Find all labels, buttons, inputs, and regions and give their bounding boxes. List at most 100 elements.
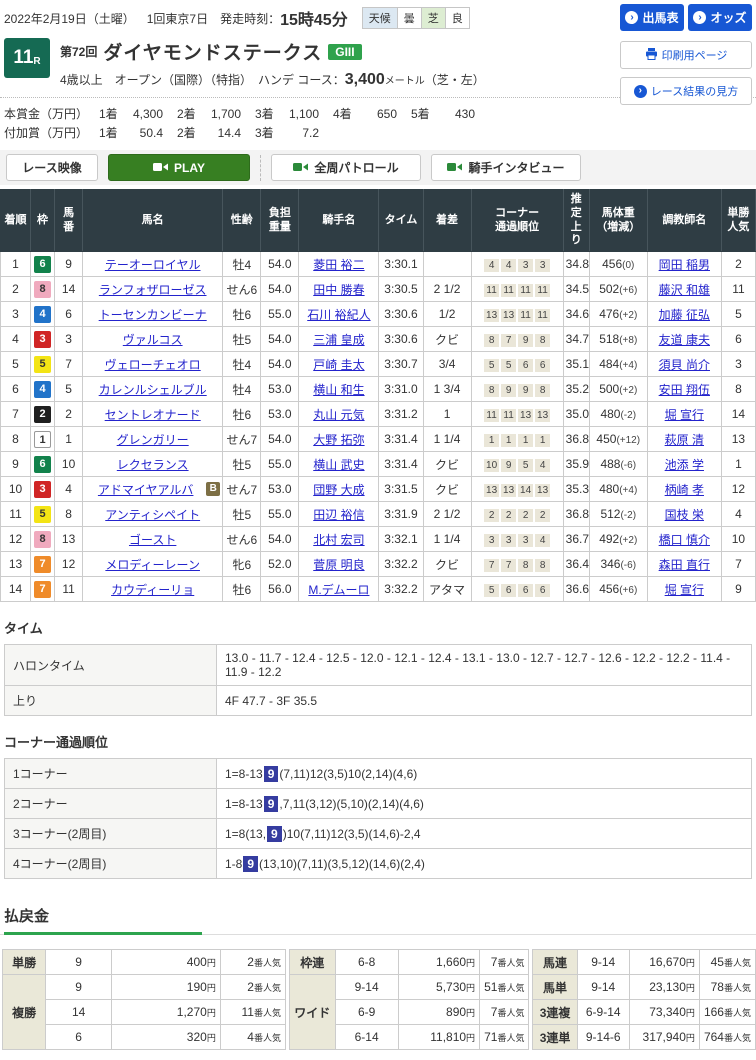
result-row: 169テーオーロイヤル牡454.0菱田 裕二3:30.1443334.8456(…: [1, 252, 756, 277]
corner-position-value: 11: [484, 284, 499, 297]
horse-name-link[interactable]: カレンルシェルブル: [99, 383, 207, 397]
horse-name-link[interactable]: アンティシペイト: [105, 508, 200, 522]
corner-label: 3コーナー(2周目): [5, 819, 217, 849]
horse-name-link[interactable]: セントレオナード: [105, 408, 201, 422]
corner-positions: 10954: [471, 452, 563, 477]
video-camera-icon: [447, 161, 462, 175]
payout-popularity: 45番人気: [699, 950, 755, 975]
horse-name-link[interactable]: ヴェローチェオロ: [105, 358, 201, 372]
trainer-link[interactable]: 須貝 尚介: [659, 358, 710, 372]
jockey-interview-button[interactable]: 騎手インタビュー: [431, 154, 581, 181]
corner-positions: 5566: [471, 352, 563, 377]
horse-name-link[interactable]: カウディーリョ: [111, 583, 194, 597]
final-3f-time: 36.8: [563, 502, 589, 527]
finish-position: 1: [1, 252, 31, 277]
horse-name-link[interactable]: ゴースト: [129, 533, 176, 547]
finish-time: 3:32.1: [379, 527, 423, 552]
finish-position: 4: [1, 327, 31, 352]
trainer-link[interactable]: 萩原 清: [665, 433, 704, 447]
print-page-button[interactable]: 印刷用ページ: [620, 41, 752, 69]
trainer-link[interactable]: 森田 直行: [659, 558, 710, 572]
jockey-link[interactable]: 丸山 元気: [313, 408, 364, 422]
bet-type-label: 馬連: [533, 950, 577, 975]
trainer-cell: 国枝 栄: [647, 502, 721, 527]
payout-combination: 9-14: [335, 975, 398, 1000]
horse-name-link[interactable]: メロディーレーン: [105, 558, 200, 572]
payout-popularity: 11番人気: [220, 1000, 285, 1025]
trainer-link[interactable]: 池添 学: [665, 458, 704, 472]
jockey-link[interactable]: 大野 拓弥: [313, 433, 364, 447]
course-unit: メートル: [385, 76, 425, 87]
trainer-link[interactable]: 友道 康夫: [659, 333, 710, 347]
play-button[interactable]: PLAY: [108, 154, 250, 181]
jockey-cell: 横山 武史: [299, 452, 379, 477]
jockey-link[interactable]: 横山 和生: [313, 383, 364, 397]
yen-suffix: 円: [207, 1008, 216, 1018]
jockey-link[interactable]: 菱田 裕二: [313, 258, 364, 272]
margin: クビ: [423, 452, 471, 477]
odds-button[interactable]: › オッズ: [688, 4, 752, 31]
horse-name-link[interactable]: ランフォザローゼス: [99, 283, 207, 297]
trainer-link[interactable]: 加藤 征弘: [659, 308, 710, 322]
patrol-video-button[interactable]: 全周パトロール: [271, 154, 421, 181]
results-column-header: 調教師名: [647, 190, 721, 252]
trainer-link[interactable]: 橋口 慎介: [659, 533, 710, 547]
prize-place-label: 3着: [255, 123, 285, 142]
prize-place-label: 5着: [411, 104, 441, 123]
turf-label: 芝: [422, 8, 446, 28]
trainer-link[interactable]: 国枝 栄: [665, 508, 704, 522]
final-3f-time: 36.8: [563, 427, 589, 452]
bracket-badge: 3: [34, 481, 51, 498]
jockey-link[interactable]: 菅原 明良: [313, 558, 364, 572]
trainer-link[interactable]: 岡田 稲男: [659, 258, 710, 272]
result-guide-button[interactable]: › レース結果の見方: [620, 77, 752, 105]
shutsuba-button[interactable]: › 出馬表: [620, 4, 684, 31]
horse-name-link[interactable]: レクセランス: [117, 458, 189, 472]
result-row: 346トーセンカンビーナ牡655.0石川 裕紀人3:30.61/21313111…: [1, 302, 756, 327]
condition-badges: 天候 曇 芝 良: [362, 7, 470, 29]
trainer-link[interactable]: 堀 宣行: [665, 583, 704, 597]
payout-amount-value: 73,340: [649, 1005, 686, 1019]
corner-positions: 7788: [471, 552, 563, 577]
horse-name-cell: セントレオナード: [83, 402, 223, 427]
jockey-cell: 三浦 皇成: [299, 327, 379, 352]
horse-name-link[interactable]: テーオーロイヤル: [105, 258, 201, 272]
trainer-link[interactable]: 柄崎 孝: [665, 483, 704, 497]
results-column-header: 着順: [1, 190, 31, 252]
trainer-link[interactable]: 安田 翔伍: [659, 383, 710, 397]
finish-time: 3:31.2: [379, 402, 423, 427]
payout-amount: 11,810円: [398, 1025, 479, 1050]
jockey-link[interactable]: 戸崎 圭太: [313, 358, 364, 372]
trainer-link[interactable]: 堀 宣行: [665, 408, 704, 422]
jockey-link[interactable]: 横山 武史: [313, 458, 364, 472]
jockey-link[interactable]: 北村 宏司: [313, 533, 364, 547]
horse-weight-value: 502: [599, 282, 619, 296]
jockey-link[interactable]: 田中 勝春: [313, 283, 364, 297]
horse-name-link[interactable]: アドマイヤアルバ: [98, 483, 194, 497]
jockey-cell: 北村 宏司: [299, 527, 379, 552]
corner-order-post: (7,11)12(3,5)10(2,14)(4,6): [279, 767, 417, 781]
jockey-link[interactable]: M.デムーロ: [308, 583, 369, 597]
payout-title-underline: [0, 932, 756, 935]
horse-number: 12: [55, 552, 83, 577]
horse-name-link[interactable]: グレンガリー: [117, 433, 189, 447]
jockey-link[interactable]: 三浦 皇成: [313, 333, 364, 347]
payout-combination: 9-14-6: [577, 1025, 629, 1050]
payout-popularity-value: 2: [247, 955, 254, 969]
patrol-label: 全周パトロール: [314, 159, 398, 176]
jockey-link[interactable]: 団野 大成: [313, 483, 364, 497]
jockey-cell: 丸山 元気: [299, 402, 379, 427]
finish-time: 3:30.6: [379, 302, 423, 327]
horse-name-link[interactable]: トーセンカンビーナ: [99, 308, 207, 322]
jockey-link[interactable]: 石川 裕紀人: [307, 308, 370, 322]
finish-time: 3:31.5: [379, 477, 423, 502]
finish-time: 3:30.5: [379, 277, 423, 302]
trainer-link[interactable]: 藤沢 和雄: [659, 283, 710, 297]
highlighted-horse-number: 9: [267, 826, 282, 842]
horse-name-link[interactable]: ヴァルコス: [123, 333, 183, 347]
final-3f-time: 34.5: [563, 277, 589, 302]
jockey-link[interactable]: 田辺 裕信: [313, 508, 364, 522]
jockey-cell: 石川 裕紀人: [299, 302, 379, 327]
race-video-button[interactable]: レース映像: [6, 154, 98, 181]
yen-suffix: 円: [686, 1033, 695, 1043]
